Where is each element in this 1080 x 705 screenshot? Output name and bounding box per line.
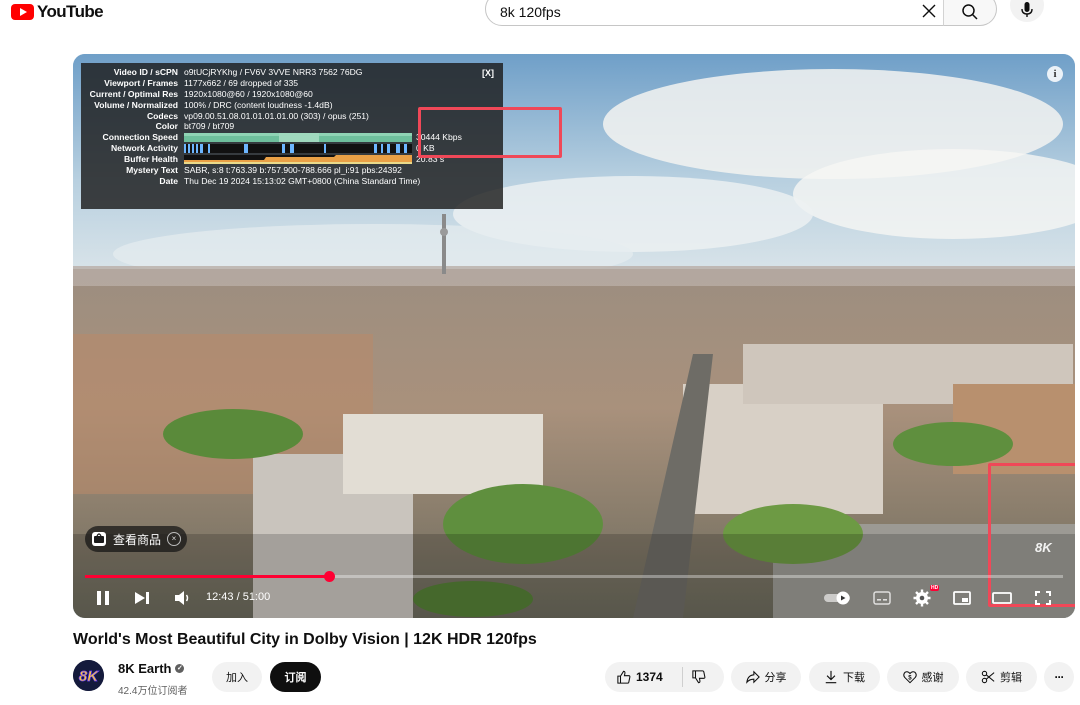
stats-value: SABR, s:8 t:763.39 b:757.900-788.666 pl_… — [184, 165, 402, 176]
channel-avatar[interactable]: 8K — [73, 660, 104, 691]
pause-icon — [97, 591, 109, 605]
progress-scrubber[interactable] — [323, 571, 335, 582]
like-divider — [682, 667, 683, 687]
stats-row: Mystery Text SABR, s:8 t:763.39 b:757.90… — [81, 165, 503, 176]
stats-row: Date Thu Dec 19 2024 15:13:02 GMT+0800 (… — [81, 176, 503, 187]
stats-key: Current / Optimal Res — [89, 88, 178, 99]
share-label: 分享 — [764, 672, 787, 684]
stats-key: Video ID / sCPN — [113, 67, 178, 77]
search-input[interactable] — [498, 1, 882, 23]
channel-watermark: 8K — [1035, 540, 1052, 555]
search-button[interactable] — [943, 0, 997, 26]
logo-text: YouTube — [37, 2, 104, 21]
fullscreen-button[interactable] — [1032, 587, 1054, 609]
voice-search-button[interactable] — [1010, 0, 1044, 22]
stats-key: Codecs — [146, 110, 178, 121]
theater-mode-button[interactable] — [991, 587, 1013, 609]
svg-text:$: $ — [908, 675, 912, 682]
dislike-button[interactable] — [692, 670, 706, 687]
like-count: 1374 — [636, 670, 663, 684]
channel-name[interactable]: 8K Earth ✓ — [118, 661, 185, 676]
gear-icon — [913, 589, 931, 607]
close-icon[interactable]: × — [167, 532, 182, 546]
stats-row: Video ID / sCPN o9tUCjRYKhg / FV6V 3VVE … — [81, 67, 503, 78]
fullscreen-icon — [1035, 591, 1051, 605]
miniplayer-icon — [953, 591, 971, 605]
stats-value: o9tUCjRYKhg / FV6V 3VVE NRR3 7562 76DG — [184, 67, 363, 77]
clip-label: 剪辑 — [1000, 672, 1022, 684]
super-thanks-icon: $ — [902, 671, 917, 684]
subscriber-count: 42.4万位订阅者 — [118, 686, 188, 697]
thumbs-down-icon — [692, 670, 706, 684]
verified-check-icon: ✓ — [175, 664, 185, 673]
download-label: 下载 — [843, 672, 865, 684]
view-products-chip[interactable]: 查看商品 × — [85, 526, 188, 552]
highlight-box-connection-speed — [418, 107, 562, 158]
thanks-button[interactable]: $ 感谢 — [887, 662, 959, 692]
volume-icon — [175, 591, 189, 605]
like-button[interactable]: 1374 — [617, 670, 663, 684]
stats-row: Viewport / Frames 1177x662 / 69 dropped … — [81, 78, 503, 89]
subtitles-button[interactable] — [871, 587, 893, 609]
network-activity-graph — [184, 144, 412, 154]
scissors-icon — [981, 670, 995, 684]
join-button[interactable]: 加入 — [212, 662, 262, 692]
view-products-label: 查看商品 — [113, 532, 162, 547]
subtitles-icon — [873, 591, 891, 605]
more-actions-button[interactable]: ··· — [1044, 662, 1074, 692]
download-icon — [825, 670, 837, 684]
miniplayer-button[interactable] — [951, 587, 973, 609]
highlight-box-corner — [988, 463, 1075, 607]
mic-icon — [1021, 2, 1033, 17]
autoplay-toggle-icon — [824, 591, 850, 605]
stats-value: 1920x1080@60 / 1920x1080@60 — [184, 88, 313, 99]
progress-played — [85, 575, 329, 578]
avatar-text: 8K — [79, 668, 99, 685]
connection-speed-graph — [184, 133, 412, 143]
stats-close-button[interactable]: [X] — [482, 68, 494, 79]
stats-key: Buffer Health — [124, 154, 178, 165]
search-icon — [962, 4, 978, 20]
skip-next-icon — [135, 592, 149, 604]
time-display: 12:43 / 51:00 — [206, 591, 271, 603]
stats-key: Viewport / Frames — [104, 77, 178, 88]
stats-key: Date — [159, 175, 178, 186]
hd-badge: HD — [930, 585, 940, 591]
shopping-bag-icon — [92, 532, 106, 546]
thumbs-up-icon — [617, 670, 631, 684]
buffer-health-graph — [184, 155, 412, 165]
stats-row: Current / Optimal Res 1920x1080@60 / 192… — [81, 89, 503, 100]
volume-button[interactable] — [171, 587, 195, 609]
clip-button[interactable]: 剪辑 — [966, 662, 1037, 692]
download-button[interactable]: 下载 — [809, 662, 880, 692]
youtube-play-icon — [11, 4, 34, 20]
video-player[interactable]: i [X] Video ID / sCPN o9tUCjRYKhg / FV6V… — [73, 54, 1075, 618]
stats-key: Mystery Text — [126, 165, 178, 176]
stats-key: Color — [155, 121, 178, 132]
share-icon — [745, 670, 760, 684]
video-title: World's Most Beautiful City in Dolby Vis… — [73, 631, 537, 648]
close-icon[interactable] — [918, 0, 940, 22]
subscribe-button[interactable]: 订阅 — [270, 662, 321, 692]
stats-key: Network Activity — [110, 143, 178, 154]
stats-value: Thu Dec 19 2024 15:13:02 GMT+0800 (China… — [184, 175, 421, 186]
next-button[interactable] — [131, 587, 153, 609]
share-button[interactable]: 分享 — [731, 662, 801, 692]
autoplay-toggle[interactable] — [821, 587, 855, 609]
like-dislike-group: 1374 — [605, 662, 724, 692]
progress-bar[interactable] — [85, 571, 1063, 582]
youtube-logo[interactable]: YouTube — [11, 2, 104, 22]
channel-name-text: 8K Earth — [118, 661, 172, 676]
stats-value: 1177x662 / 69 dropped of 335 — [184, 77, 299, 88]
stats-key: Volume / Normalized — [94, 99, 178, 110]
info-icon[interactable]: i — [1047, 66, 1063, 82]
pause-button[interactable] — [93, 587, 113, 609]
theater-mode-icon — [992, 592, 1012, 604]
stats-key: Connection Speed — [102, 132, 178, 143]
thanks-label: 感谢 — [921, 672, 944, 684]
